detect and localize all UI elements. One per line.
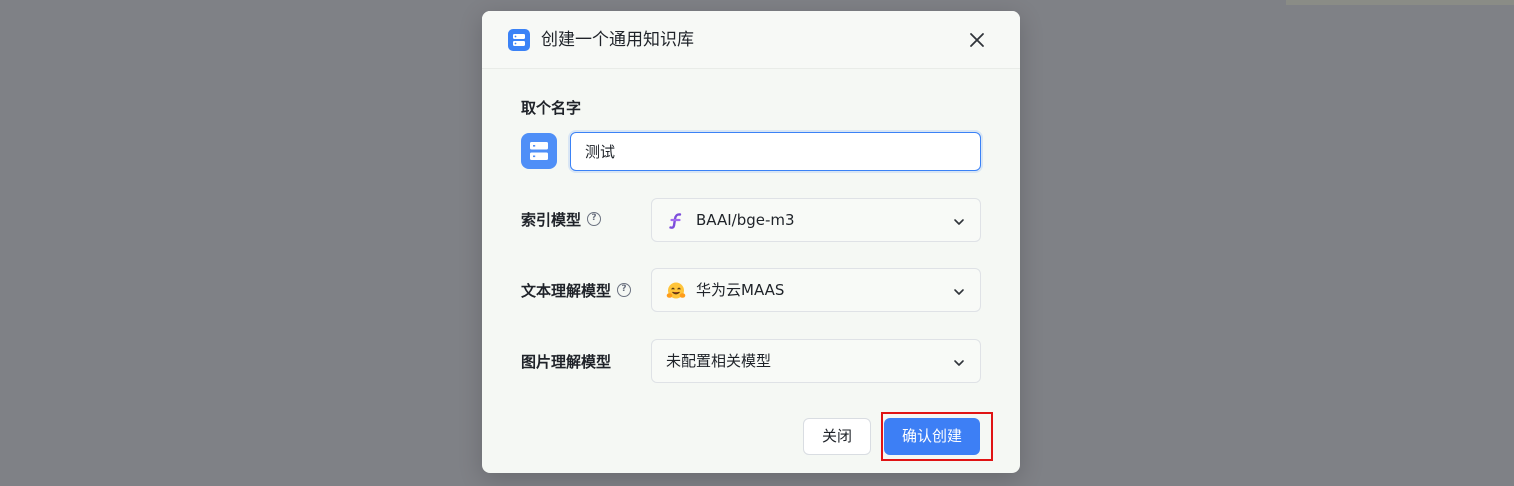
- text-model-select[interactable]: 华为云MAAS: [651, 268, 981, 312]
- index-model-value: BAAI/bge-m3: [696, 211, 795, 229]
- question-circle-icon[interactable]: ?: [587, 211, 602, 226]
- image-model-value: 未配置相关模型: [666, 352, 772, 370]
- database-icon: [508, 29, 530, 51]
- knowledge-base-avatar-icon[interactable]: [521, 133, 557, 169]
- index-model-label-text: 索引模型: [521, 211, 582, 229]
- text-model-label: 文本理解模型?: [521, 281, 632, 301]
- chevron-down-icon: [952, 284, 966, 298]
- text-model-value: 华为云MAAS: [696, 281, 785, 299]
- image-model-select[interactable]: 未配置相关模型: [651, 339, 981, 383]
- confirm-create-button[interactable]: 确认创建: [884, 418, 980, 455]
- create-knowledge-base-modal: 创建一个通用知识库 取个名字 索引模型? BAAI/bge-m3: [482, 11, 1020, 473]
- close-icon[interactable]: [966, 29, 988, 51]
- index-model-select[interactable]: BAAI/bge-m3: [651, 198, 981, 242]
- question-circle-icon[interactable]: ?: [617, 282, 632, 297]
- name-label: 取个名字: [521, 99, 582, 117]
- hugging-face-emoji-icon: [666, 281, 686, 301]
- top-bar-fragment: [1286, 0, 1514, 5]
- modal-title: 创建一个通用知识库: [541, 30, 694, 50]
- text-model-label-text: 文本理解模型: [521, 282, 612, 300]
- chevron-down-icon: [952, 214, 966, 228]
- modal-header: 创建一个通用知识库: [482, 11, 1020, 69]
- siliconflow-icon: [666, 211, 686, 231]
- image-model-label: 图片理解模型: [521, 353, 612, 371]
- knowledge-base-name-input[interactable]: [570, 132, 981, 171]
- chevron-down-icon: [952, 355, 966, 369]
- index-model-label: 索引模型?: [521, 210, 602, 230]
- close-button[interactable]: 关闭: [803, 418, 871, 455]
